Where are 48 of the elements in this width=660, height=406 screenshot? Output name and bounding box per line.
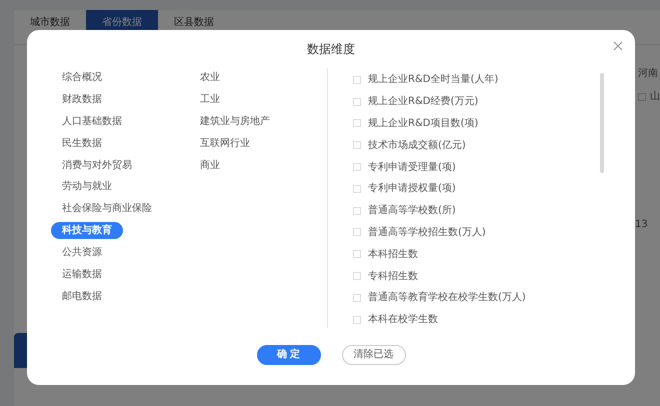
checkbox[interactable]: [353, 228, 361, 236]
checkbox-label[interactable]: 专科招生数: [368, 268, 418, 284]
checkbox[interactable]: [353, 184, 361, 193]
checkbox[interactable]: [353, 163, 361, 172]
category-item[interactable]: 消费与对外贸易: [51, 156, 143, 174]
checkbox[interactable]: [353, 76, 361, 84]
category-item[interactable]: 科技与教育: [51, 222, 123, 240]
category-item[interactable]: 商业: [189, 156, 231, 174]
checkbox-label[interactable]: 普通高等学校数(所): [368, 203, 456, 218]
category-item[interactable]: 人口基础数据: [51, 112, 133, 130]
checkbox[interactable]: [353, 250, 361, 258]
checkbox-label[interactable]: 普通高等学校招生数(万人): [368, 224, 486, 240]
category-item[interactable]: 民生数据: [51, 134, 113, 152]
checkbox-label[interactable]: 专利申请授权量(项): [368, 181, 456, 196]
checkbox-label[interactable]: 规上企业R&D经费(万元): [368, 94, 478, 110]
checkbox-label[interactable]: 本科招生数: [368, 246, 418, 262]
category-item[interactable]: 公共资源: [51, 244, 113, 262]
category-item[interactable]: 劳动与就业: [51, 178, 123, 196]
category-item[interactable]: 邮电数据: [51, 288, 113, 305]
checkbox-label[interactable]: 规上企业R&D项目数(项): [368, 116, 478, 131]
category-item[interactable]: 运输数据: [51, 266, 113, 284]
scrollbar[interactable]: [600, 73, 604, 173]
number-text: 13: [635, 218, 648, 232]
category-item[interactable]: 建筑业与房地产: [189, 112, 281, 130]
category-item[interactable]: 财政数据: [51, 90, 113, 108]
region-label: 河南: [638, 66, 658, 81]
category-item[interactable]: 工业: [189, 90, 231, 108]
close-icon[interactable]: [612, 40, 624, 52]
checkbox-label[interactable]: 本科在校学生数: [368, 312, 438, 328]
checkbox[interactable]: [353, 141, 361, 150]
checkbox[interactable]: [353, 316, 361, 324]
checkbox[interactable]: [353, 272, 361, 280]
category-item[interactable]: 农业: [189, 69, 231, 86]
dialog-title: 数据维度: [307, 41, 355, 58]
category-item[interactable]: 互联网行业: [189, 134, 261, 152]
checkbox-label[interactable]: 普通高等教育学校在校学生数(万人): [368, 290, 526, 306]
category-item[interactable]: 综合概况: [51, 69, 113, 86]
checkbox-option[interactable]: 山: [638, 89, 660, 104]
checkbox-label[interactable]: 技术市场成交额(亿元): [368, 138, 466, 153]
category-item[interactable]: 社会保险与商业保险: [51, 200, 163, 218]
confirm-button[interactable]: 确 定: [256, 344, 320, 364]
checkbox[interactable]: [353, 294, 361, 302]
checkbox[interactable]: [353, 206, 361, 215]
checkbox-label[interactable]: 专利申请受理量(项): [368, 160, 456, 175]
checkbox-label[interactable]: 规上企业R&D全时当量(人年): [368, 72, 498, 88]
checkbox[interactable]: [353, 119, 361, 128]
checkbox[interactable]: [353, 98, 361, 106]
clear-button[interactable]: 清除已选: [342, 344, 406, 364]
